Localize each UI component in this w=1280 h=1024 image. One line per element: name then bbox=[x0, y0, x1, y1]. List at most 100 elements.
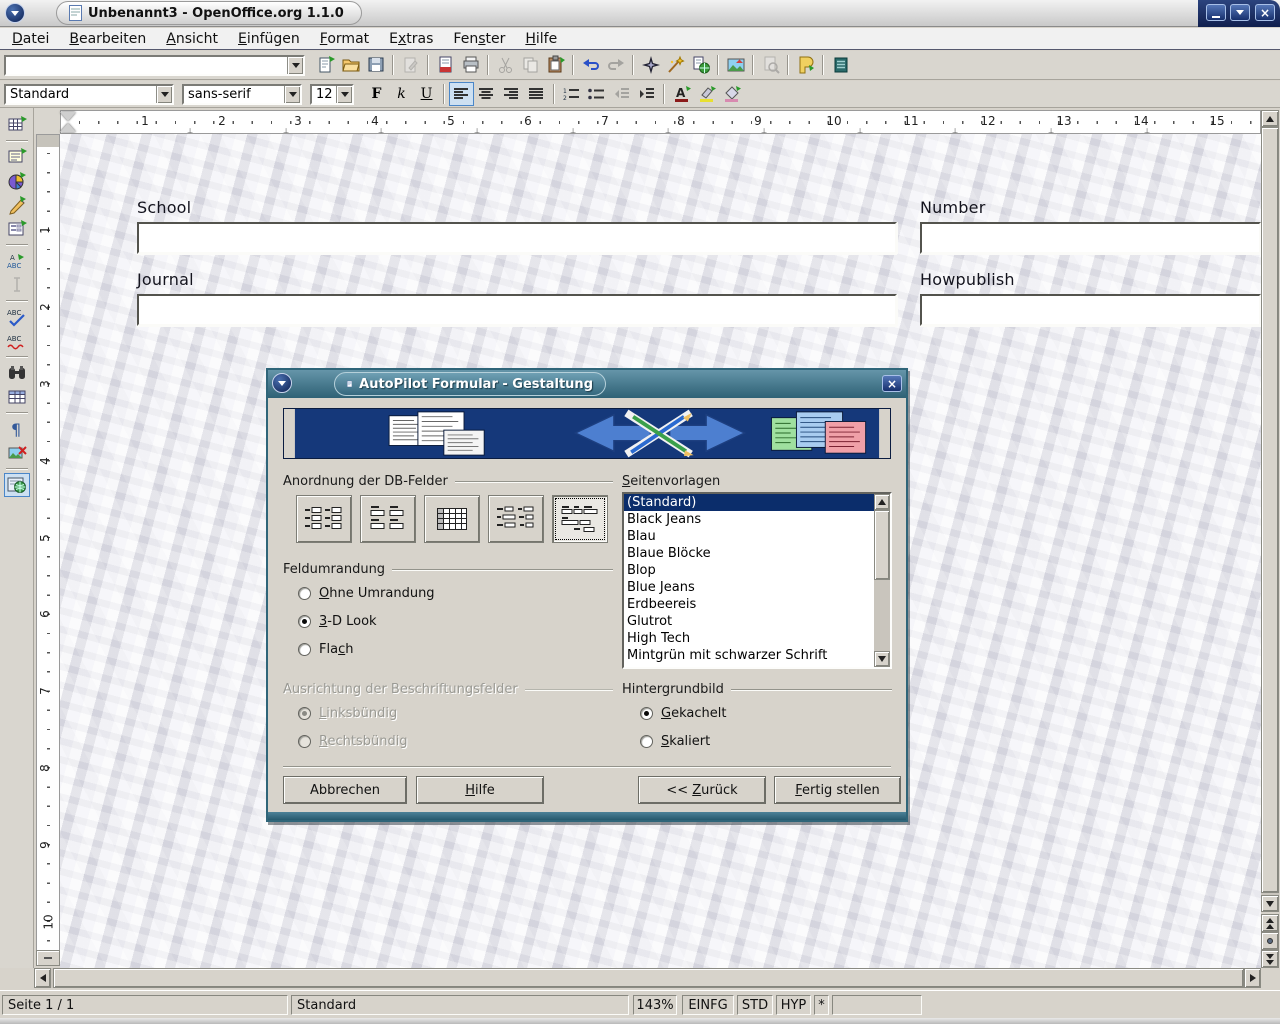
print-preview-button[interactable] bbox=[758, 53, 783, 77]
underline-button[interactable]: U bbox=[414, 82, 439, 106]
navigator-button[interactable] bbox=[638, 53, 663, 77]
scroll-down-button[interactable] bbox=[874, 651, 890, 667]
status-page-style[interactable]: Standard bbox=[291, 995, 629, 1015]
school-field[interactable] bbox=[137, 222, 897, 254]
next-page-button[interactable] bbox=[1261, 950, 1279, 968]
scroll-up-button[interactable] bbox=[1261, 110, 1279, 127]
insert-section-button[interactable] bbox=[4, 145, 30, 169]
minimize-button[interactable] bbox=[1206, 4, 1226, 21]
dialog-close-button[interactable]: × bbox=[882, 375, 902, 392]
radio-flach[interactable]: Flach bbox=[298, 642, 353, 657]
navigation-point-button[interactable] bbox=[1261, 932, 1279, 950]
font-color-button[interactable]: A bbox=[669, 82, 694, 106]
dialog-menu-button[interactable] bbox=[272, 373, 292, 393]
radio-icon[interactable] bbox=[298, 587, 311, 600]
menu-format[interactable]: Format bbox=[310, 30, 379, 48]
list-item[interactable]: Glutrot bbox=[624, 613, 890, 630]
titlebar[interactable]: Unbenannt3 - OpenOffice.org 1.1.0 × bbox=[0, 0, 1280, 27]
list-item[interactable]: Blaue Blöcke bbox=[624, 545, 890, 562]
radio-icon[interactable] bbox=[298, 643, 311, 656]
autopilot-button[interactable] bbox=[663, 53, 688, 77]
list-item[interactable]: Blop bbox=[624, 562, 890, 579]
bold-button[interactable]: F bbox=[364, 82, 389, 106]
menu-ansicht[interactable]: Ansicht bbox=[156, 30, 228, 48]
menu-extras[interactable]: Extras bbox=[379, 30, 443, 48]
vertical-ruler[interactable]: 1 2 3 4 5 6 7 8 9 10 bbox=[36, 134, 60, 952]
arrangement-blocks-labels-top-button[interactable] bbox=[552, 495, 608, 543]
journal-field[interactable] bbox=[137, 294, 897, 326]
cut-button[interactable] bbox=[493, 53, 518, 77]
radio-skaliert[interactable]: Skaliert bbox=[640, 734, 710, 749]
direct-cursor-button[interactable] bbox=[4, 273, 30, 297]
arrangement-blocks-labels-left-button[interactable] bbox=[488, 495, 544, 543]
list-item[interactable]: Blue Jeans bbox=[624, 579, 890, 596]
spellcheck-button[interactable]: ABC bbox=[4, 305, 30, 329]
hyperlink-dialog-button[interactable] bbox=[688, 53, 713, 77]
close-button[interactable]: × bbox=[1255, 4, 1275, 21]
align-right-button[interactable] bbox=[499, 82, 524, 106]
vertical-scrollbar[interactable] bbox=[1261, 110, 1279, 912]
navigation-toggle-button[interactable] bbox=[793, 53, 818, 77]
arrangement-as-datasheet-button[interactable] bbox=[424, 495, 480, 543]
url-dropdown-button[interactable] bbox=[287, 57, 303, 74]
copy-button[interactable] bbox=[518, 53, 543, 77]
font-name-combobox[interactable]: sans-serif bbox=[182, 84, 302, 105]
radio-icon[interactable] bbox=[640, 735, 653, 748]
print-file-button[interactable] bbox=[458, 53, 483, 77]
list-item[interactable]: Blau bbox=[624, 528, 890, 545]
maximize-button[interactable] bbox=[1230, 4, 1250, 21]
save-button[interactable] bbox=[363, 53, 388, 77]
radio-gekachelt[interactable]: Gekachelt bbox=[640, 706, 726, 721]
scroll-up-button[interactable] bbox=[874, 494, 890, 510]
menu-einfuegen[interactable]: Einfügen bbox=[228, 30, 310, 48]
paste-button[interactable] bbox=[543, 53, 568, 77]
size-dropdown-button[interactable] bbox=[336, 86, 352, 103]
list-item[interactable]: High Tech bbox=[624, 630, 890, 647]
align-center-button[interactable] bbox=[474, 82, 499, 106]
open-file-button[interactable] bbox=[338, 53, 363, 77]
list-item[interactable]: Mintgrün mit schwarzer Schrift bbox=[624, 647, 890, 664]
page-styles-listbox[interactable]: (Standard) Black Jeans Blau Blaue Blöcke… bbox=[622, 492, 892, 669]
style-dropdown-button[interactable] bbox=[156, 86, 172, 103]
window-menu-button[interactable] bbox=[5, 3, 25, 23]
menu-datei[interactable]: Datei bbox=[2, 30, 59, 48]
howpublish-field[interactable] bbox=[920, 294, 1261, 326]
horizontal-scrollbar[interactable] bbox=[34, 968, 1261, 988]
scroll-down-button[interactable] bbox=[1261, 895, 1279, 912]
url-combobox[interactable] bbox=[4, 55, 305, 76]
radio-icon[interactable] bbox=[640, 707, 653, 720]
find-replace-button[interactable] bbox=[4, 361, 30, 385]
status-selection-mode[interactable]: STD bbox=[737, 995, 773, 1015]
arrangement-columns-labels-left-button[interactable] bbox=[296, 495, 352, 543]
scrollbar-thumb[interactable] bbox=[874, 510, 890, 580]
arrangement-columns-labels-top-button[interactable] bbox=[360, 495, 416, 543]
previous-page-button[interactable] bbox=[1261, 914, 1279, 932]
nonprinting-characters-button[interactable]: ¶ bbox=[4, 417, 30, 441]
scroll-left-button[interactable] bbox=[34, 968, 51, 988]
listbox-scrollbar[interactable] bbox=[874, 494, 890, 667]
number-field[interactable] bbox=[920, 222, 1261, 254]
status-hyperlink-mode[interactable]: HYP bbox=[776, 995, 811, 1015]
hilfe-button[interactable]: Hilfe bbox=[416, 776, 544, 804]
align-left-button[interactable] bbox=[449, 82, 474, 106]
bullets-button[interactable] bbox=[584, 82, 609, 106]
radio-icon[interactable] bbox=[298, 615, 311, 628]
dialog-titlebar[interactable]: AutoPilot Formular - Gestaltung × bbox=[268, 370, 906, 398]
list-item[interactable]: Erdbeereis bbox=[624, 596, 890, 613]
online-layout-button[interactable] bbox=[4, 473, 30, 497]
indent-marker[interactable] bbox=[60, 112, 76, 132]
horizontal-ruler[interactable]: 1 2 3 4 5 6 7 8 9 10 11 12 13 14 15 ⊥ ⊥ … bbox=[60, 110, 1261, 134]
list-item[interactable]: Black Jeans bbox=[624, 511, 890, 528]
scrollbar-thumb[interactable] bbox=[1261, 127, 1279, 893]
increase-indent-button[interactable] bbox=[634, 82, 659, 106]
font-dropdown-button[interactable] bbox=[284, 86, 300, 103]
font-size-combobox[interactable]: 12 bbox=[310, 84, 354, 105]
paragraph-background-button[interactable] bbox=[719, 82, 744, 106]
paragraph-style-combobox[interactable]: Standard bbox=[4, 84, 174, 105]
italic-button[interactable]: k bbox=[389, 82, 414, 106]
radio-3d-look[interactable]: 3-D Look bbox=[298, 614, 377, 629]
insert-table-button[interactable] bbox=[4, 113, 30, 137]
new-document-button[interactable] bbox=[313, 53, 338, 77]
redo-button[interactable] bbox=[603, 53, 628, 77]
data-sources-button[interactable] bbox=[828, 53, 853, 77]
